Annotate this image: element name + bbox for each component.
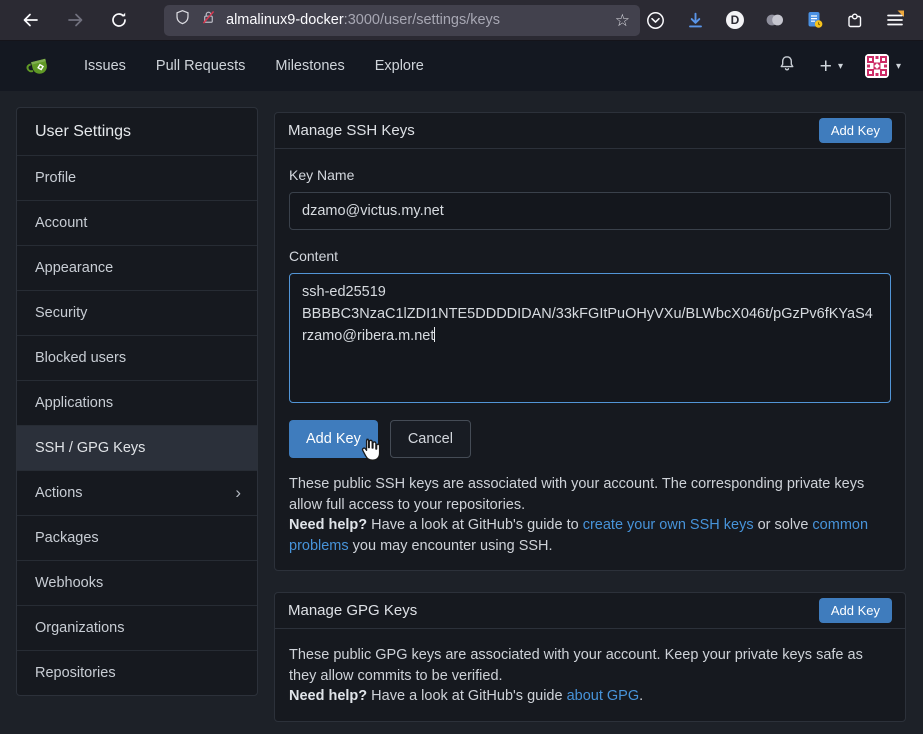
reload-icon[interactable] [104, 6, 134, 34]
sidebar-item-profile[interactable]: Profile [17, 155, 257, 200]
cancel-button[interactable]: Cancel [390, 420, 471, 458]
url-text: almalinux9-docker:3000/user/settings/key… [226, 12, 500, 28]
document-extension-icon[interactable] [805, 10, 825, 30]
pocket-icon[interactable] [645, 10, 665, 30]
menu-hamburger-icon[interactable] [885, 10, 905, 30]
sidebar-item-organizations[interactable]: Organizations [17, 605, 257, 650]
about-gpg-link[interactable]: about GPG [567, 688, 640, 704]
app-navbar: Issues Pull Requests Milestones Explore … [0, 41, 923, 91]
add-key-submit-button[interactable]: Add Key [289, 420, 378, 458]
gpg-panel-title: Manage GPG Keys [288, 602, 417, 619]
sidebar-item-security[interactable]: Security [17, 290, 257, 335]
sidebar-item-actions[interactable]: Actions › [17, 470, 257, 515]
sidebar-item-applications[interactable]: Applications [17, 380, 257, 425]
notifications-bell-icon[interactable] [776, 53, 798, 80]
insecure-lock-icon[interactable] [200, 9, 217, 31]
download-icon[interactable] [685, 10, 705, 30]
settings-page: User Settings Profile Account Appearance… [0, 91, 923, 734]
gitea-logo[interactable] [26, 53, 53, 80]
settings-sidebar: User Settings Profile Account Appearance… [16, 107, 258, 696]
need-help-label: Need help? [289, 688, 367, 704]
gpg-add-key-toggle-button[interactable]: Add Key [819, 598, 892, 623]
ssh-keys-panel: Manage SSH Keys Add Key Key Name Content… [274, 112, 906, 571]
key-name-input[interactable] [289, 192, 891, 230]
nav-item-pull-requests[interactable]: Pull Requests [141, 41, 260, 91]
bookmark-star-icon[interactable]: ☆ [615, 12, 630, 29]
sidebar-item-blocked-users[interactable]: Blocked users [17, 335, 257, 380]
chevron-down-icon: ▾ [838, 61, 843, 72]
sidebar-item-appearance[interactable]: Appearance [17, 245, 257, 290]
ssh-help-text: These public SSH keys are associated wit… [289, 474, 891, 556]
nav-item-explore[interactable]: Explore [360, 41, 439, 91]
sidebar-item-account[interactable]: Account [17, 200, 257, 245]
sidebar-item-repositories[interactable]: Repositories [17, 650, 257, 695]
shield-icon[interactable] [174, 9, 191, 31]
extensions-puzzle-icon[interactable] [845, 10, 865, 30]
ssh-panel-title: Manage SSH Keys [288, 122, 415, 139]
chevron-down-icon: ▾ [896, 61, 901, 72]
nav-item-issues[interactable]: Issues [69, 41, 141, 91]
create-ssh-keys-link[interactable]: create your own SSH keys [583, 517, 754, 533]
avatar [865, 54, 889, 78]
svg-text:D: D [731, 13, 740, 27]
ssh-key-content-textarea[interactable]: ssh-ed25519 BBBBC3NzaC1lZDI1NTE5DDDDIDAN… [289, 273, 891, 403]
need-help-label: Need help? [289, 517, 367, 533]
text-caret [434, 327, 435, 342]
forward-icon[interactable] [60, 6, 90, 34]
key-name-label: Key Name [289, 167, 891, 183]
gpg-help-text: These public GPG keys are associated wit… [289, 645, 891, 707]
duckduckgo-icon[interactable]: D [725, 10, 745, 30]
plus-icon: + [820, 56, 832, 77]
url-path: :3000/user/settings/keys [344, 12, 500, 28]
disabled-extension-icon[interactable] [765, 10, 785, 30]
gpg-keys-panel: Manage GPG Keys Add Key These public GPG… [274, 592, 906, 722]
create-new-dropdown[interactable]: + ▾ [820, 56, 843, 77]
nav-item-milestones[interactable]: Milestones [260, 41, 359, 91]
url-bar[interactable]: almalinux9-docker:3000/user/settings/key… [164, 5, 640, 36]
sidebar-item-webhooks[interactable]: Webhooks [17, 560, 257, 605]
user-menu[interactable]: ▾ [865, 54, 901, 78]
ssh-add-key-toggle-button[interactable]: Add Key [819, 118, 892, 143]
url-host: almalinux9-docker [226, 12, 344, 28]
chevron-right-icon: › [235, 483, 241, 503]
sidebar-item-packages[interactable]: Packages [17, 515, 257, 560]
back-icon[interactable] [16, 6, 46, 34]
content-label: Content [289, 248, 891, 264]
sidebar-title: User Settings [17, 108, 257, 155]
browser-toolbar: almalinux9-docker:3000/user/settings/key… [0, 0, 923, 41]
sidebar-item-ssh-gpg-keys[interactable]: SSH / GPG Keys [17, 425, 257, 470]
